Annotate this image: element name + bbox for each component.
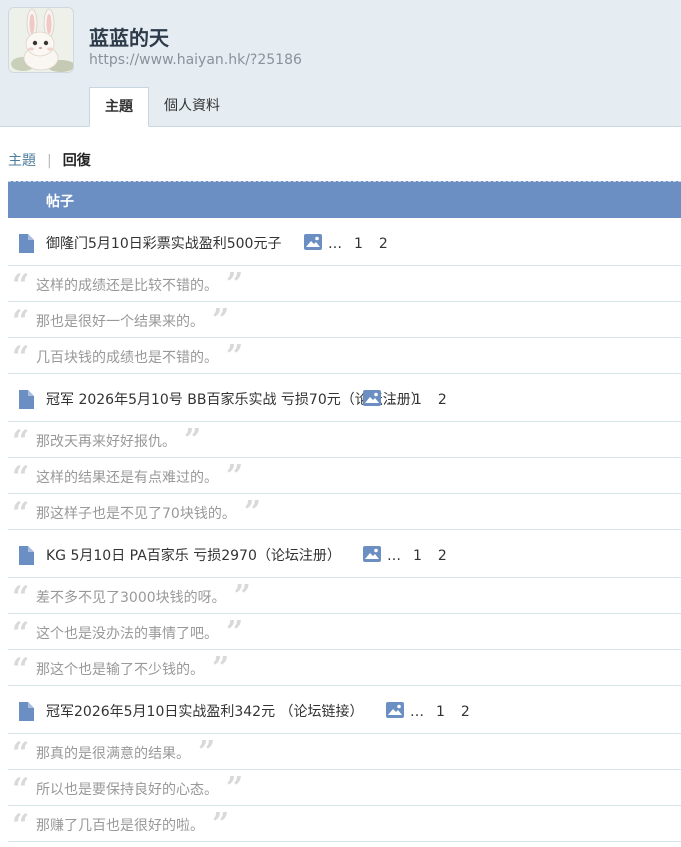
thread-meta: … 1 2 (304, 234, 404, 254)
reply-item: “这样的结果还是有点难过的。” (8, 458, 681, 494)
profile-tabs: 主題 個人資料 (89, 87, 235, 127)
reply-text[interactable]: 这样的成绩还是比较不错的。” (36, 270, 243, 300)
quote-open-icon: “ (12, 580, 30, 615)
ellipsis: … (387, 392, 401, 408)
document-icon (18, 702, 34, 725)
reply-content: 差不多不见了3000块钱的呀。 (36, 590, 226, 606)
thread-row: KG 5月10日 PA百家乐 亏损2970（论坛注册） … 1 2 (8, 530, 681, 578)
page-link[interactable]: 2 (461, 704, 470, 720)
ellipsis: … (410, 704, 424, 720)
ellipsis: … (328, 236, 342, 252)
thread-list: 御隆门5月10日彩票实战盈利500元子… 1 2 “这样的成绩还是比较不错的。” “那也… (8, 218, 681, 842)
subnav-separator: | (47, 153, 52, 169)
thread-row: 御隆门5月10日彩票实战盈利500元子 … 1 2 (8, 218, 681, 266)
document-icon (18, 234, 34, 257)
subnav-topics-link[interactable]: 主題 (8, 153, 36, 169)
reply-item: “这样的成绩还是比较不错的。” (8, 266, 681, 302)
page-link[interactable]: 1 (413, 392, 422, 408)
reply-item: “几百块钱的成绩也是不错的。” (8, 338, 681, 374)
reply-content: 这样的结果还是有点难过的。 (36, 470, 218, 486)
page-link[interactable]: 1 (413, 548, 422, 564)
image-icon (304, 234, 322, 254)
subnav: 主題 | 回復 (8, 150, 91, 170)
reply-content: 那这样子也是不见了70块钱的。 (36, 506, 236, 522)
page-link[interactable]: 2 (438, 548, 447, 564)
reply-text[interactable]: 几百块钱的成绩也是不错的。” (36, 342, 243, 372)
reply-text[interactable]: 差不多不见了3000块钱的呀。” (36, 582, 251, 612)
reply-content: 那真的是很满意的结果。 (36, 746, 190, 762)
reply-content: 那也是很好一个结果来的。 (36, 314, 204, 330)
thread-row: 冠军2026年5月10日实战盈利342元 （论坛链接） … 1 2 (8, 686, 681, 734)
reply-text[interactable]: 那真的是很满意的结果。” (36, 738, 215, 768)
reply-content: 这样的成绩还是比较不错的。 (36, 278, 218, 294)
table-header: 帖子 (8, 181, 681, 218)
reply-text[interactable]: 这个也是没办法的事情了吧。” (36, 618, 243, 648)
reply-content: 那这个也是输了不少钱的。 (36, 662, 204, 678)
profile-name: 蓝蓝的天 (89, 26, 169, 50)
quote-open-icon: “ (12, 652, 30, 687)
quote-open-icon: “ (12, 616, 30, 651)
rabbit-avatar-image (9, 8, 73, 72)
reply-text[interactable]: 那这样子也是不见了70块钱的。” (36, 498, 261, 528)
image-icon (363, 546, 381, 566)
reply-item: “那这个也是输了不少钱的。” (8, 650, 681, 686)
reply-item: “那真的是很满意的结果。” (8, 734, 681, 770)
quote-open-icon: “ (12, 340, 30, 375)
quote-open-icon: “ (12, 736, 30, 771)
subnav-replies-current: 回復 (62, 153, 91, 169)
reply-text[interactable]: 所以也是要保持良好的心态。” (36, 774, 243, 804)
thread-title[interactable]: KG 5月10日 PA百家乐 亏损2970（论坛注册） (46, 545, 341, 565)
thread-title[interactable]: 冠军2026年5月10日实战盈利342元 （论坛链接） (46, 701, 364, 721)
quote-open-icon: “ (12, 496, 30, 531)
profile-header: 蓝蓝的天 https://www.haiyan.hk/?25186 主題 個人資… (0, 0, 681, 127)
reply-text[interactable]: 那这个也是输了不少钱的。” (36, 654, 229, 684)
ellipsis: … (387, 548, 401, 564)
reply-item: “那赚了几百也是很好的啦。” (8, 806, 681, 842)
reply-text[interactable]: 那赚了几百也是很好的啦。” (36, 810, 229, 840)
reply-text[interactable]: 那改天再来好好报仇。” (36, 426, 201, 456)
reply-item: “那也是很好一个结果来的。” (8, 302, 681, 338)
profile-url[interactable]: https://www.haiyan.hk/?25186 (89, 52, 302, 68)
reply-content: 这个也是没办法的事情了吧。 (36, 626, 218, 642)
thread-meta: … 1 2 (363, 546, 463, 566)
thread-meta: … 1 2 (386, 702, 486, 722)
reply-content: 几百块钱的成绩也是不错的。 (36, 350, 218, 366)
quote-open-icon: “ (12, 772, 30, 807)
reply-content: 那改天再来好好报仇。 (36, 434, 176, 450)
reply-item: “这个也是没办法的事情了吧。” (8, 614, 681, 650)
image-icon (363, 390, 381, 410)
reply-content: 那赚了几百也是很好的啦。 (36, 818, 204, 834)
thread-meta: … 1 2 (363, 390, 463, 410)
tab-profile[interactable]: 個人資料 (149, 87, 235, 126)
document-icon (18, 546, 34, 569)
reply-item: “那改天再来好好报仇。” (8, 422, 681, 458)
quote-open-icon: “ (12, 304, 30, 339)
avatar[interactable] (8, 7, 74, 73)
reply-item: “那这样子也是不见了70块钱的。” (8, 494, 681, 530)
quote-open-icon: “ (12, 424, 30, 459)
reply-item: “差不多不见了3000块钱的呀。” (8, 578, 681, 614)
page-link[interactable]: 1 (436, 704, 445, 720)
quote-open-icon: “ (12, 460, 30, 495)
thread-title[interactable]: 御隆门5月10日彩票实战盈利500元子 (46, 233, 281, 253)
quote-open-icon: “ (12, 808, 30, 843)
tab-topics[interactable]: 主題 (89, 87, 149, 127)
document-icon (18, 390, 34, 413)
image-icon (386, 702, 404, 722)
reply-text[interactable]: 那也是很好一个结果来的。” (36, 306, 229, 336)
quote-open-icon: “ (12, 268, 30, 303)
page-link[interactable]: 1 (354, 236, 363, 252)
reply-text[interactable]: 这样的结果还是有点难过的。” (36, 462, 243, 492)
page-link[interactable]: 2 (438, 392, 447, 408)
table-header-label: 帖子 (46, 194, 74, 210)
reply-item: “所以也是要保持良好的心态。” (8, 770, 681, 806)
thread-row: 冠军 2026年5月10号 BB百家乐实战 亏损70元（论坛注册）… 1 2 (8, 374, 681, 422)
page-link[interactable]: 2 (379, 236, 388, 252)
reply-content: 所以也是要保持良好的心态。 (36, 782, 218, 798)
